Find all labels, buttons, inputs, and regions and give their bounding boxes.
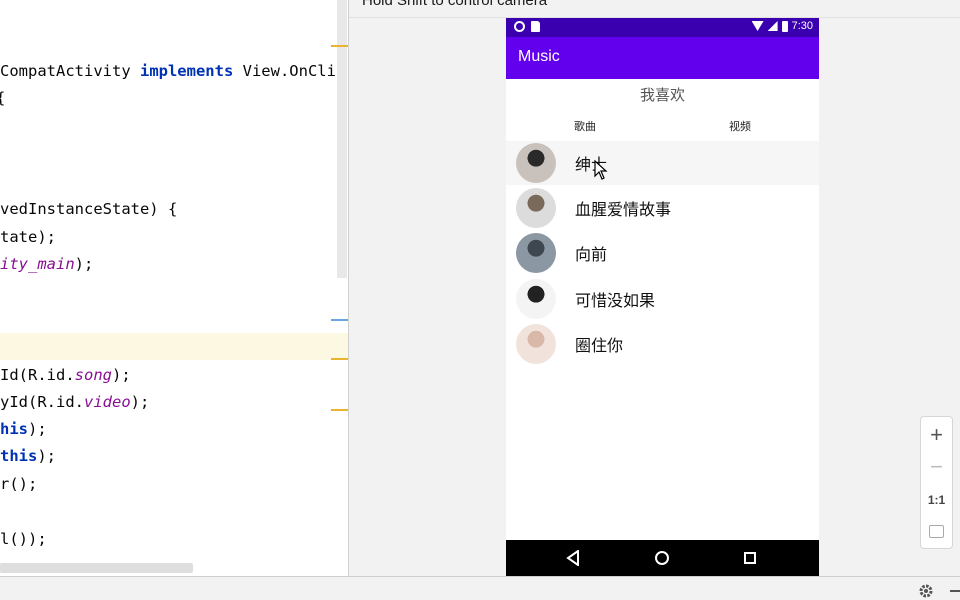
song-avatar bbox=[516, 143, 556, 183]
code-token: CompatActivity bbox=[0, 62, 140, 80]
editor-horizontal-scrollbar[interactable] bbox=[0, 563, 193, 573]
code-token: yId(R.id. bbox=[0, 393, 84, 411]
status-bar: 7:30 bbox=[506, 18, 819, 37]
recents-icon[interactable] bbox=[744, 552, 756, 564]
emulator-screen[interactable]: 7:30 Music 我喜欢 歌曲 视频 绅士血腥爱情故事 向前可惜没如果圈住你 bbox=[506, 18, 819, 576]
code-token: video bbox=[84, 393, 131, 411]
song-name: 血腥爱情故事 bbox=[575, 200, 672, 219]
song-list-item[interactable]: 向前 bbox=[506, 231, 819, 275]
song-list-item[interactable]: 可惜没如果 bbox=[506, 277, 819, 321]
nav-bar bbox=[506, 540, 819, 576]
back-icon[interactable] bbox=[566, 550, 580, 566]
code-token: ); bbox=[37, 447, 56, 465]
song-name: 可惜没如果 bbox=[575, 291, 656, 310]
current-line-highlight bbox=[0, 333, 348, 360]
code-token: ity_main bbox=[0, 255, 75, 273]
warning-marker[interactable] bbox=[331, 409, 348, 411]
page-title: 我喜欢 bbox=[639, 86, 685, 104]
code-token: vedInstanceState) { bbox=[0, 200, 178, 218]
code-line: r(); bbox=[0, 471, 37, 497]
song-avatar bbox=[516, 188, 556, 228]
warning-marker[interactable] bbox=[331, 358, 348, 360]
actual-size-button[interactable]: 1:1 bbox=[921, 484, 952, 516]
editor-vertical-scrollbar[interactable] bbox=[337, 0, 347, 278]
song-avatar bbox=[516, 279, 556, 319]
song-name: 向前 bbox=[575, 245, 608, 264]
code-token: l()); bbox=[0, 530, 47, 548]
code-line: CompatActivity implements View.OnCli bbox=[0, 58, 336, 84]
bottom-toolbar bbox=[0, 576, 960, 600]
code-token: his bbox=[0, 420, 28, 438]
camera-hint: Hold Shift to control camera bbox=[362, 0, 548, 9]
code-token: this bbox=[0, 447, 38, 465]
code-line: ity_main); bbox=[0, 251, 93, 277]
code-line: Id(R.id.song); bbox=[0, 362, 131, 388]
code-token: ); bbox=[130, 393, 150, 411]
battery-icon bbox=[781, 20, 788, 32]
song-avatar bbox=[516, 324, 556, 364]
app-bar: Music bbox=[506, 37, 819, 79]
mouse-cursor-icon bbox=[594, 160, 608, 180]
sd-card-icon bbox=[531, 21, 540, 32]
code-token: ); bbox=[74, 255, 94, 273]
code-token: r(); bbox=[0, 475, 38, 493]
song-list-item[interactable]: 圈住你 bbox=[506, 322, 819, 366]
code-line: his); bbox=[0, 416, 47, 442]
code-token: ); bbox=[111, 366, 131, 384]
song-list-item[interactable]: 绅士 bbox=[506, 141, 819, 185]
code-line: yId(R.id.video); bbox=[0, 389, 149, 415]
code-line: vedInstanceState) { bbox=[0, 196, 177, 222]
code-token: song bbox=[74, 366, 112, 384]
fit-screen-button[interactable] bbox=[921, 516, 952, 548]
warning-marker[interactable] bbox=[331, 45, 348, 47]
code-editor[interactable]: CompatActivity implements View.OnCli { ved… bbox=[0, 0, 348, 576]
notification-icon bbox=[514, 21, 525, 32]
signal-icon bbox=[767, 21, 778, 31]
code-token: ); bbox=[28, 420, 47, 438]
song-avatar bbox=[516, 233, 556, 273]
ide-window: CompatActivity implements View.OnCli { ved… bbox=[0, 0, 960, 600]
code-token: implements bbox=[139, 62, 234, 80]
app-title: Music bbox=[518, 48, 560, 65]
zoom-out-button[interactable]: − bbox=[921, 451, 952, 483]
zoom-in-button[interactable]: + bbox=[921, 419, 952, 451]
gear-icon[interactable] bbox=[918, 583, 934, 599]
status-time: 7:30 bbox=[791, 20, 813, 32]
code-token: View.OnCli bbox=[233, 62, 336, 80]
info-marker[interactable] bbox=[331, 319, 348, 321]
code-line: tate); bbox=[0, 224, 56, 250]
zoom-controls: + − 1:1 bbox=[920, 416, 953, 549]
tab-song[interactable]: 歌曲 bbox=[574, 118, 596, 134]
code-token: Id(R.id. bbox=[0, 366, 75, 384]
tab-video[interactable]: 视频 bbox=[729, 118, 751, 134]
fit-screen-icon bbox=[929, 525, 944, 539]
song-list-item[interactable]: 血腥爱情故事 bbox=[506, 186, 819, 230]
code-token: tate); bbox=[0, 228, 56, 246]
wifi-icon bbox=[751, 21, 764, 31]
home-icon[interactable] bbox=[655, 551, 669, 565]
code-line: this); bbox=[0, 443, 56, 469]
code-line: { bbox=[0, 85, 5, 111]
code-line: l()); bbox=[0, 526, 47, 552]
code-token: { bbox=[0, 89, 5, 107]
minimize-icon[interactable] bbox=[950, 590, 960, 592]
song-name: 圈住你 bbox=[575, 336, 624, 355]
